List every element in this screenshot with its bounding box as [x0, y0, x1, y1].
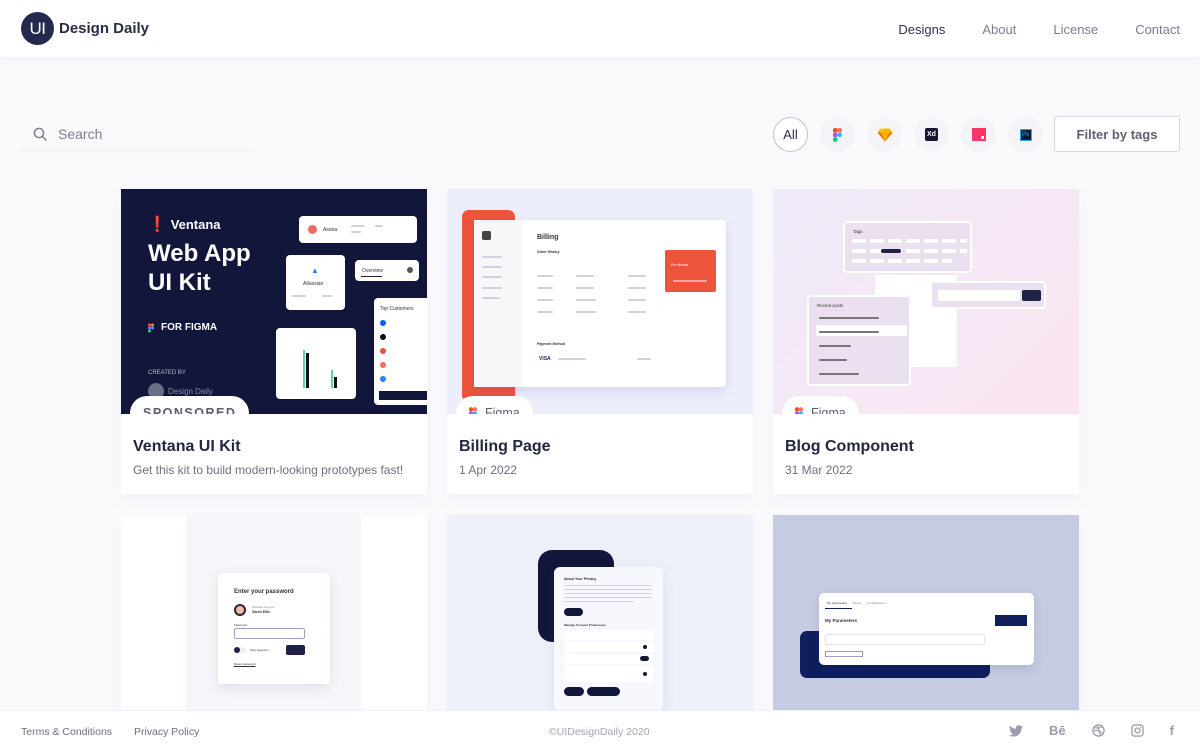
logo[interactable]: UI Design Daily	[21, 12, 149, 45]
invision-icon	[971, 128, 986, 141]
chart-mock	[276, 328, 356, 399]
tool-badge-label: Figma	[485, 406, 520, 414]
nav-license[interactable]: License	[1053, 22, 1098, 37]
card-thumbnail: Billing Order History Payment Method VIS…	[447, 189, 753, 414]
tool-badge: Figma	[456, 396, 533, 414]
card-body: Ventana UI Kit Get this kit to build mod…	[121, 414, 427, 494]
filter-figma[interactable]	[820, 117, 855, 152]
tags-mock: Tags	[843, 221, 972, 273]
card-thumbnail: My parameters Fleets Configurations My P…	[773, 515, 1079, 740]
photoshop-icon: Ps	[1019, 128, 1032, 141]
nav-designs[interactable]: Designs	[898, 22, 945, 37]
copyright: ©UIDesignDaily 2020	[549, 726, 650, 738]
thumb-headline: Web App UI Kit	[148, 240, 251, 296]
card-thumbnail: ❗ Ventana Web App UI Kit FOR FIGMA CREATE…	[121, 189, 427, 414]
design-card[interactable]: Tags Recent posts Figma Blog Component 3…	[773, 189, 1079, 494]
overview-mock: Overview	[355, 260, 419, 281]
billing-mock: Billing Order History Payment Method VIS…	[474, 220, 726, 387]
twitter-icon[interactable]	[1009, 724, 1024, 737]
facebook-icon[interactable]: f	[1170, 723, 1174, 738]
design-card[interactable]: My parameters Fleets Configurations My P…	[773, 515, 1079, 740]
site-footer: Terms & Conditions Privacy Policy ©UIDes…	[0, 710, 1200, 750]
card-thumbnail: About Your Privacy Manage Consent Prefer…	[447, 515, 753, 740]
nav-about[interactable]: About	[982, 22, 1016, 37]
card-title[interactable]: Billing Page	[459, 438, 741, 456]
instagram-icon[interactable]	[1130, 724, 1144, 737]
logo-text: Design Daily	[59, 20, 150, 37]
design-card[interactable]: About Your Privacy Manage Consent Prefer…	[447, 515, 753, 740]
card-thumbnail: Tags Recent posts Figma	[773, 189, 1079, 414]
card-date: 31 Mar 2022	[785, 463, 853, 477]
privacy-link[interactable]: Privacy Policy	[134, 726, 199, 738]
main-nav: Designs About License Contact	[898, 0, 1200, 58]
filter-by-tags-button[interactable]: Filter by tags	[1054, 116, 1180, 152]
filter-photoshop[interactable]: Ps	[1008, 117, 1043, 152]
filter-sketch[interactable]	[867, 117, 902, 152]
figma-icon	[795, 406, 803, 414]
for-figma-label: FOR FIGMA	[148, 322, 217, 333]
tool-badge: Figma	[782, 396, 859, 414]
parameters-mock: My parameters Fleets Configurations My P…	[819, 593, 1034, 665]
card-title[interactable]: Blog Component	[785, 438, 1067, 456]
card-body: Blog Component 31 Mar 2022	[773, 414, 1079, 494]
dribbble-icon[interactable]	[1091, 724, 1105, 737]
nav-contact[interactable]: Contact	[1135, 22, 1180, 37]
password-mock: Enter your password Website Account Sara…	[218, 573, 330, 684]
tool-filter-chips: All Xd Ps	[773, 117, 1055, 152]
filter-invision[interactable]	[961, 117, 996, 152]
created-by-label: CREATED BY	[148, 370, 186, 376]
asana-mock: Asana	[299, 216, 417, 243]
xd-icon: Xd	[925, 128, 938, 141]
filter-all[interactable]: All	[773, 117, 808, 152]
social-links: Bē f	[983, 723, 1174, 738]
design-card[interactable]: Enter your password Website Account Sara…	[121, 515, 427, 740]
search-mock	[930, 281, 1046, 309]
recent-posts-mock: Recent posts	[807, 295, 911, 386]
figma-icon	[469, 406, 477, 414]
sponsored-badge: SPONSORED	[130, 396, 250, 414]
design-card[interactable]: Billing Order History Payment Method VIS…	[447, 189, 753, 494]
search-input[interactable]	[58, 126, 228, 142]
behance-icon[interactable]: Bē	[1049, 723, 1066, 738]
search-icon	[33, 127, 47, 141]
card-date: 1 Apr 2022	[459, 463, 518, 477]
ventana-logo-icon: ❗	[148, 216, 167, 233]
figma-icon	[148, 322, 154, 333]
site-header: UI Design Daily Designs About License Co…	[0, 0, 1200, 58]
privacy-mock: About Your Privacy Manage Consent Prefer…	[554, 567, 663, 711]
atlassian-mock: ▲ Atlassian	[286, 255, 345, 310]
filter-xd[interactable]: Xd	[914, 117, 949, 152]
card-thumbnail: Enter your password Website Account Sara…	[121, 515, 427, 740]
ventana-brand: ❗ Ventana	[148, 216, 221, 233]
footer-links: Terms & Conditions Privacy Policy	[21, 726, 218, 738]
card-body: Billing Page 1 Apr 2022	[447, 414, 753, 494]
sketch-icon	[877, 128, 892, 141]
card-title[interactable]: Ventana UI Kit	[133, 438, 415, 456]
tool-badge-label: Figma	[811, 406, 846, 414]
design-card[interactable]: ❗ Ventana Web App UI Kit FOR FIGMA CREATE…	[121, 189, 427, 494]
card-subtitle: Get this kit to build modern-looking pro…	[133, 463, 404, 477]
figma-icon	[833, 127, 842, 142]
top-customers-mock: Top Customers	[374, 298, 427, 405]
search-bar	[21, 118, 255, 151]
logo-badge: UI	[21, 12, 54, 45]
terms-link[interactable]: Terms & Conditions	[21, 726, 112, 738]
